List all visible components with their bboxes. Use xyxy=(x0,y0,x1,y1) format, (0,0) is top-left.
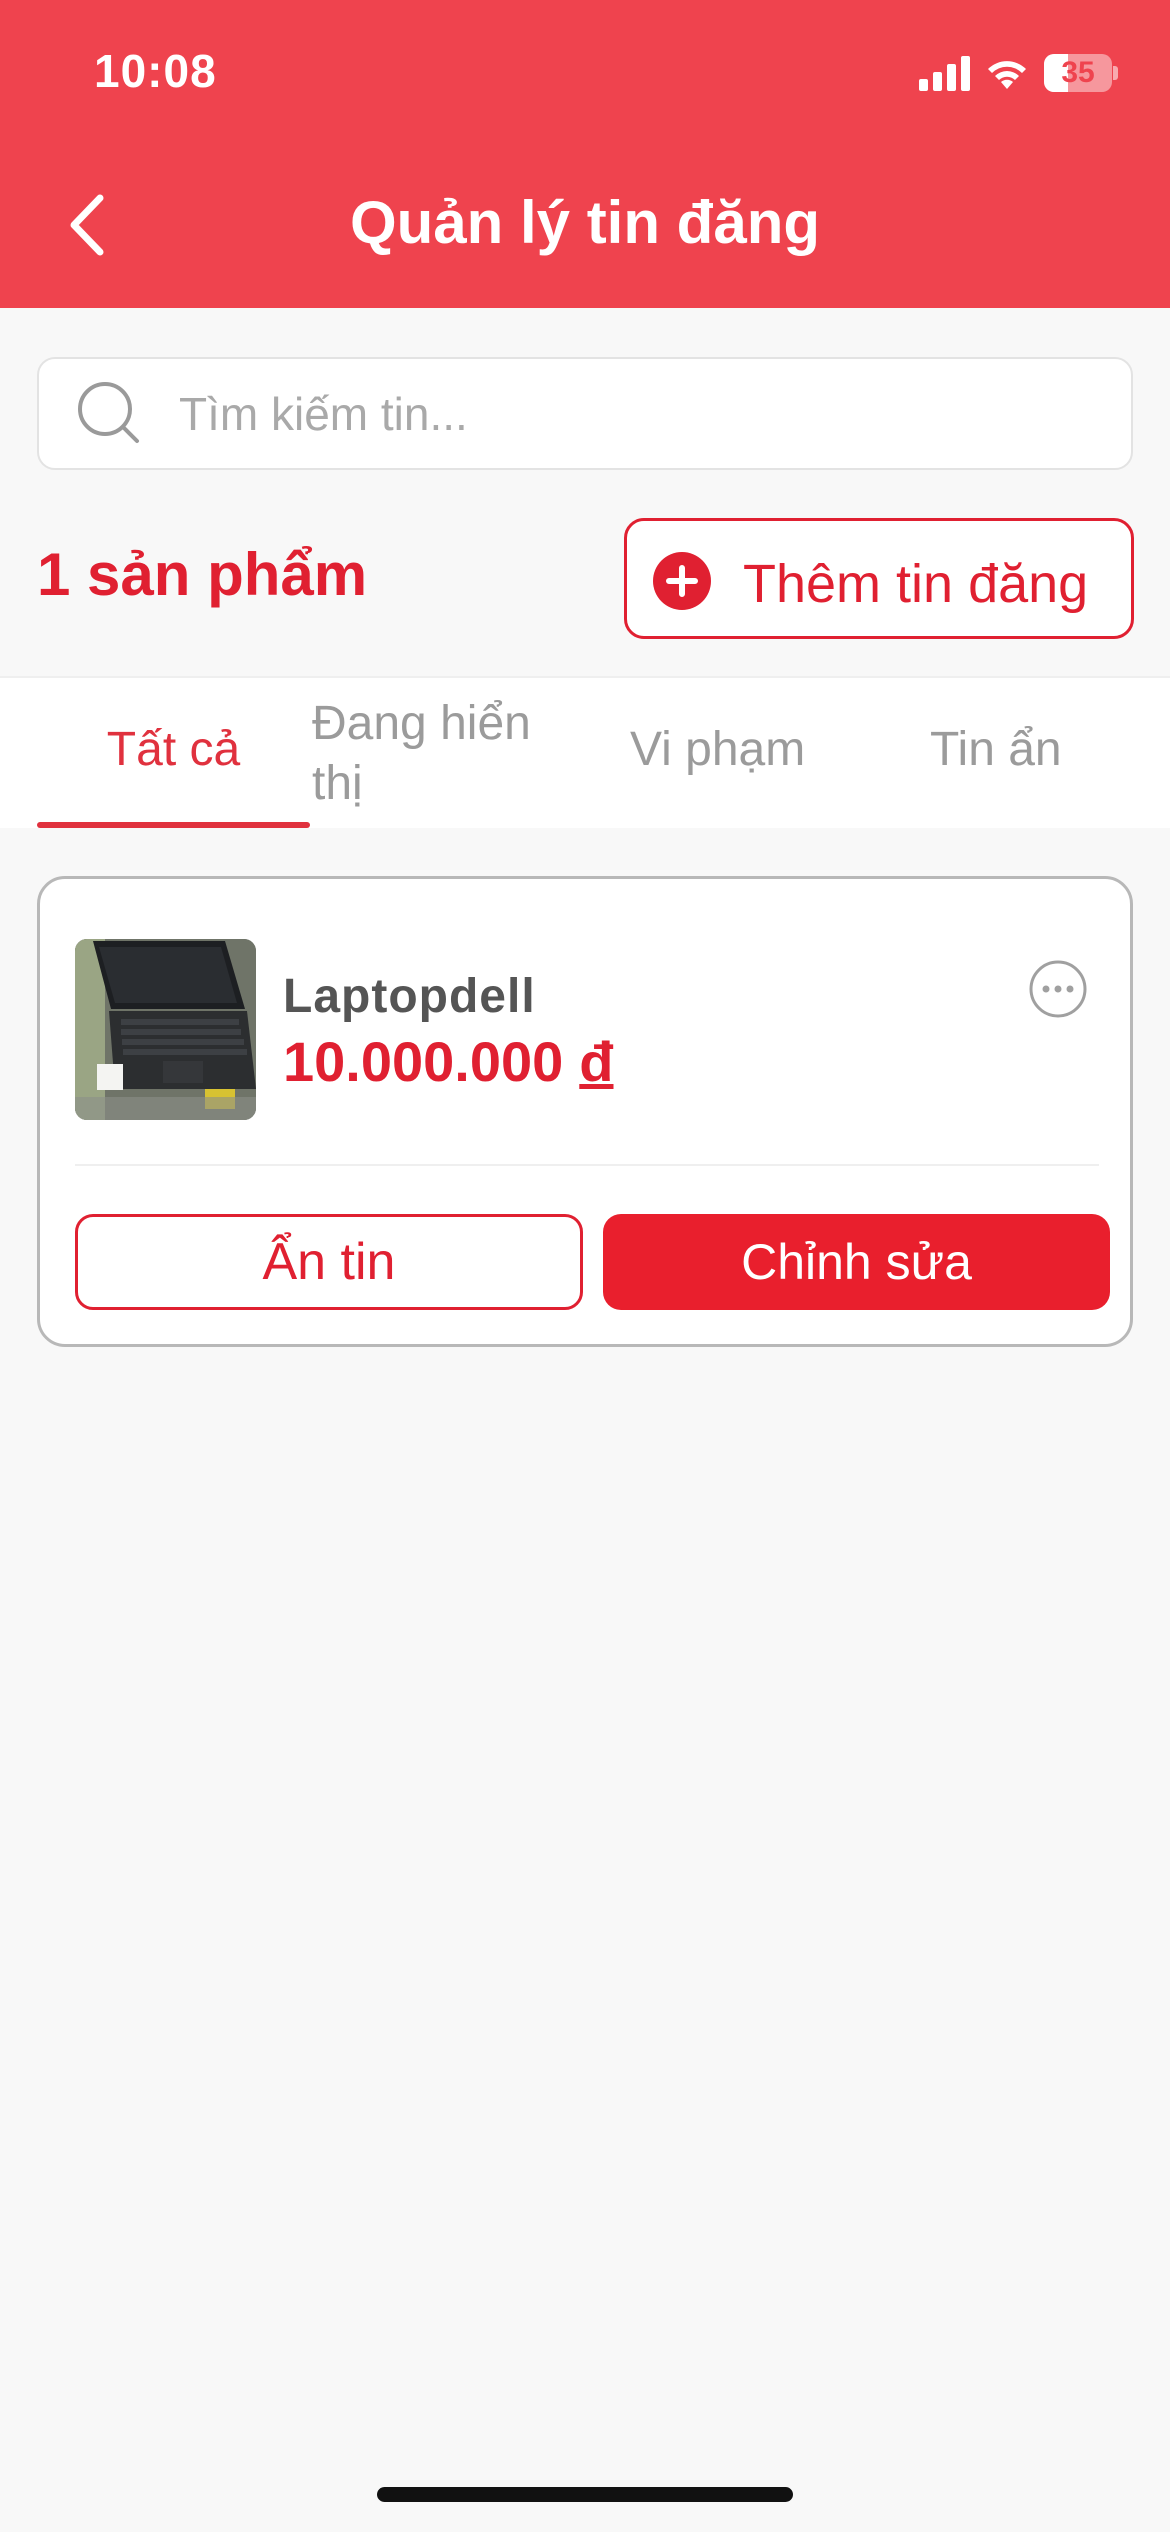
product-price: 10.000.000 đ xyxy=(283,1029,614,1094)
tab-showing[interactable]: Đang hiển thị xyxy=(310,678,610,828)
product-count: 1 sản phẩm xyxy=(37,541,368,608)
tab-hidden[interactable]: Tin ẩn xyxy=(900,678,1140,828)
tab-label: Tất cả xyxy=(106,723,241,776)
ellipsis-circle-icon xyxy=(1029,960,1087,1018)
filter-tabs: Tất cả Đang hiển thị Vi phạm Tin ẩn xyxy=(0,676,1170,828)
tab-label: Tin ẩn xyxy=(930,723,1062,776)
card-divider xyxy=(75,1164,1099,1166)
wifi-icon xyxy=(988,61,1026,89)
product-name[interactable]: Laptopdell xyxy=(283,969,536,1024)
price-value: 10.000.000 xyxy=(283,1030,564,1093)
listing-card[interactable]: Laptopdell 10.000.000 đ Ẩn tin Chỉnh sửa xyxy=(37,876,1133,1347)
add-listing-button[interactable]: Thêm tin đăng xyxy=(624,518,1134,639)
tab-label: Vi phạm xyxy=(630,723,806,776)
plus-circle-icon xyxy=(653,552,711,610)
tab-violation[interactable]: Vi phạm xyxy=(610,678,835,828)
search-input[interactable] xyxy=(179,359,1099,468)
product-thumbnail[interactable] xyxy=(75,939,256,1120)
tab-all[interactable]: Tất cả xyxy=(37,678,310,828)
home-indicator[interactable] xyxy=(377,2487,793,2502)
battery-level: 35 xyxy=(1061,56,1095,89)
hide-listing-button[interactable]: Ẩn tin xyxy=(75,1214,583,1310)
edit-listing-button[interactable]: Chỉnh sửa xyxy=(603,1214,1110,1310)
add-listing-label: Thêm tin đăng xyxy=(743,554,1089,614)
more-options-button[interactable] xyxy=(1028,959,1088,1019)
cellular-signal-icon xyxy=(919,55,970,91)
status-time: 10:08 xyxy=(94,45,217,97)
search-bar[interactable] xyxy=(37,357,1133,470)
laptop-photo xyxy=(75,939,256,1120)
battery-icon: 35 xyxy=(1044,54,1118,92)
page-title: Quản lý tin đăng xyxy=(349,189,820,256)
status-icons: 35 xyxy=(919,50,1118,96)
price-currency: đ xyxy=(579,1030,614,1093)
active-tab-indicator xyxy=(37,822,310,828)
app-header: 10:08 35 Quản lý tin đăng xyxy=(0,0,1170,308)
tab-label: Đang hiển thị xyxy=(312,697,531,810)
search-icon xyxy=(78,382,139,443)
